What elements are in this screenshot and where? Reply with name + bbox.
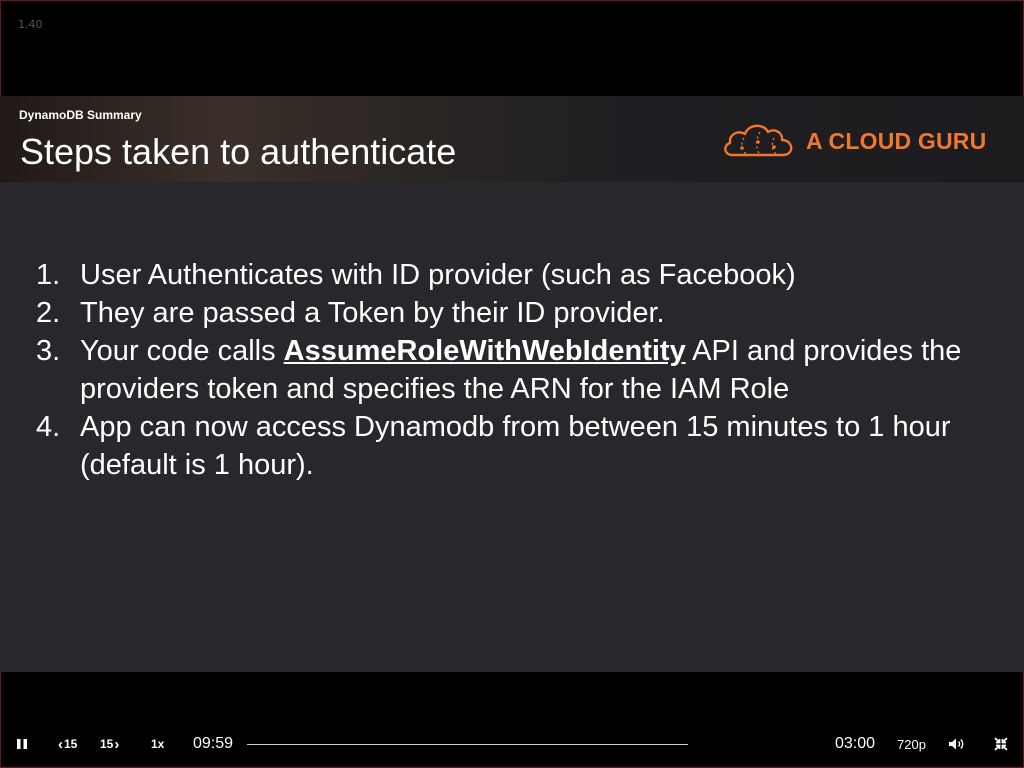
section-label: DynamoDB Summary — [19, 108, 142, 122]
speed-button[interactable]: 1x — [151, 720, 164, 768]
step-number: 4. — [36, 411, 61, 443]
forward-15-icon: › — [114, 735, 120, 753]
api-name: AssumeRoleWithWebIdentity — [283, 335, 686, 367]
volume-button[interactable] — [948, 720, 965, 768]
step-number: 2. — [36, 297, 61, 329]
list-item: 3. Your code calls AssumeRoleWithWebIden… — [36, 332, 996, 408]
slide-header: DynamoDB Summary Steps taken to authenti… — [0, 96, 1024, 182]
player-controls: ‹ 15 15 › 1x 09:59 03:00 720p — [0, 720, 1024, 768]
forward-label: 15 — [100, 737, 114, 751]
volume-icon — [949, 738, 964, 750]
step-text: They are passed a Token by their ID prov… — [80, 297, 665, 329]
step-text: App can now access Dynamodb from between… — [80, 411, 951, 481]
pause-icon — [17, 739, 27, 749]
quality-label: 720p — [897, 736, 926, 752]
progress-bar[interactable] — [247, 744, 688, 745]
version-label: 1.40 — [18, 18, 43, 31]
step-number: 1. — [36, 259, 61, 291]
list-item: 2. They are passed a Token by their ID p… — [36, 294, 996, 332]
forward-15-button[interactable]: 15 › — [100, 720, 119, 768]
steps-list: 1. User Authenticates with ID provider (… — [36, 256, 996, 484]
speed-label: 1x — [151, 737, 165, 751]
elapsed-time: 09:59 — [193, 735, 234, 752]
play-pause-button[interactable] — [15, 720, 29, 768]
exit-fullscreen-icon — [994, 737, 1008, 751]
rewind-15-icon: ‹ — [58, 735, 63, 753]
cloud-logo-icon — [724, 124, 793, 157]
video-slide[interactable]: DynamoDB Summary Steps taken to authenti… — [0, 96, 1024, 672]
step-number: 3. — [36, 335, 61, 367]
brand-logo: A CLOUD GURU — [722, 118, 1002, 164]
rewind-15-button[interactable]: ‹ 15 — [58, 720, 77, 768]
step-text-before: Your code calls — [80, 335, 284, 367]
rewind-label: 15 — [64, 737, 78, 751]
list-item: 4. App can now access Dynamodb from betw… — [36, 408, 996, 484]
slide-title: Steps taken to authenticate — [20, 131, 457, 172]
remaining-time: 03:00 — [835, 735, 876, 752]
exit-fullscreen-button[interactable] — [994, 720, 1008, 768]
list-item: 1. User Authenticates with ID provider (… — [36, 256, 996, 294]
brand-name: A CLOUD GURU — [806, 127, 987, 154]
step-text: User Authenticates with ID provider (suc… — [80, 259, 796, 291]
quality-button[interactable]: 720p — [897, 720, 926, 768]
